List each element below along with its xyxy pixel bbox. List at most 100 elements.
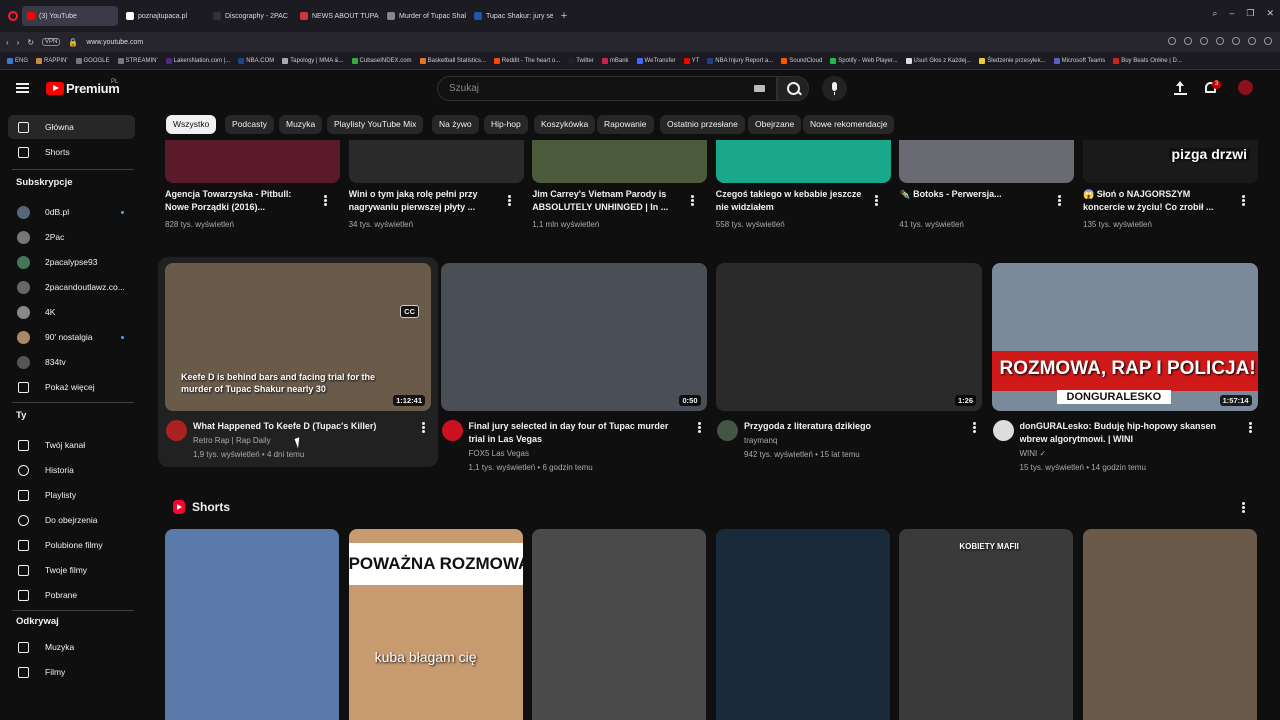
filter-chip[interactable]: Muzyka [279, 115, 323, 134]
sidebar-item[interactable]: Playlisty [8, 483, 135, 507]
search-button[interactable] [777, 76, 809, 101]
video-menu-kebab-icon[interactable] [874, 195, 878, 206]
channel-avatar[interactable] [441, 420, 463, 441]
video-menu-kebab-icon[interactable] [422, 422, 425, 433]
sidebar-item[interactable]: Historia [8, 458, 135, 482]
voice-search-mic-icon[interactable] [822, 76, 847, 101]
filter-chip[interactable]: Hip-hop [484, 115, 528, 134]
bookmark-item[interactable]: YT [681, 57, 703, 64]
filter-chip[interactable]: Playlisty YouTube Mix [327, 115, 424, 134]
video-thumbnail[interactable] [715, 140, 891, 183]
short-thumbnail[interactable]: KOBIETY MAFII [899, 529, 1074, 720]
sidebar-item[interactable]: 0dB.pl [8, 200, 135, 224]
you-heading[interactable]: Ty [16, 410, 26, 421]
url-field[interactable]: www.youtube.com [86, 39, 143, 46]
menu-icon[interactable] [1264, 37, 1272, 45]
browser-tab[interactable]: Discography - 2PAC [208, 6, 292, 26]
back-icon[interactable]: ‹ [6, 38, 9, 47]
video-menu-kebab-icon[interactable] [507, 195, 511, 206]
bookmark-item[interactable]: Śledzenie przesyłek... [976, 57, 1048, 64]
video-menu-kebab-icon[interactable] [1058, 195, 1062, 206]
video-menu-kebab-icon[interactable] [973, 422, 976, 433]
bookmark-item[interactable]: SoundCloud [778, 57, 825, 64]
keyboard-icon[interactable] [754, 85, 765, 92]
video-title[interactable]: ✒️ Botoks - Perwersja... [899, 188, 1047, 214]
reload-icon[interactable]: ↻ [27, 38, 34, 47]
upload-icon[interactable] [1174, 81, 1187, 95]
bookmark-item[interactable]: WeTransfer [634, 57, 679, 64]
sidebar-item[interactable]: Polubione filmy [8, 533, 135, 557]
vpn-badge[interactable]: VPN [42, 38, 61, 46]
sidebar-item[interactable]: Filmy [8, 660, 135, 684]
maximize-icon[interactable]: ❐ [1246, 8, 1254, 19]
sidebar-item[interactable]: 834tv [8, 350, 135, 374]
forward-icon[interactable]: › [17, 38, 20, 47]
video-title[interactable]: donGURALesko: Buduję hip-hopowy skansen … [1020, 420, 1238, 446]
camera-icon[interactable] [1168, 37, 1176, 45]
guide-menu-icon[interactable] [16, 83, 29, 93]
minimize-icon[interactable]: – [1229, 8, 1234, 19]
filter-chip[interactable]: Na żywo [432, 115, 479, 134]
youtube-logo-icon[interactable] [46, 82, 64, 95]
shorts-menu-kebab-icon[interactable] [1242, 502, 1245, 513]
bookmark-item[interactable]: Buy Beats Online | D... [1110, 57, 1185, 64]
bookmark-item[interactable]: RAPPIN' [33, 57, 70, 64]
bookmark-item[interactable]: Microsoft Teams [1051, 57, 1109, 64]
bookmark-item[interactable]: Usuń Głos z Każdej... [903, 57, 975, 64]
channel-avatar[interactable] [717, 420, 738, 441]
sidebar-item[interactable]: Do obejrzenia [8, 508, 135, 532]
sidebar-item[interactable]: Muzyka [8, 635, 135, 659]
video-title[interactable]: Jim Carrey's Vietnam Parody is ABSOLUTEL… [532, 188, 680, 214]
account-avatar[interactable] [1238, 80, 1253, 95]
bookmark-item[interactable]: Twitter [565, 57, 597, 64]
download-icon[interactable] [1232, 37, 1240, 45]
sidebar-item[interactable]: Twoje filmy [8, 558, 135, 582]
filter-chip[interactable]: Koszykówka [534, 115, 596, 134]
video-thumbnail[interactable] [348, 140, 524, 183]
channel-name[interactable]: Retro Rap | Rap Daily [193, 434, 271, 447]
browser-tab[interactable]: poznajtupaca.pl [121, 6, 205, 26]
bookmark-item[interactable]: STREAMIN' [115, 57, 161, 64]
bookmark-item[interactable]: Tapology | MMA &... [279, 57, 346, 64]
tab-search-icon[interactable]: ⌕ [1212, 8, 1217, 19]
video-thumbnail[interactable]: 0:50 [440, 263, 707, 411]
browser-tab[interactable]: Murder of Tupac Shakur [382, 6, 466, 26]
opera-logo-icon[interactable] [8, 11, 18, 21]
video-menu-kebab-icon[interactable] [1248, 422, 1252, 433]
sidebar-item[interactable]: Pokaż więcej [8, 375, 135, 399]
video-title[interactable]: Czegoś takiego w kebabie jeszcze nie wid… [716, 188, 864, 214]
video-menu-kebab-icon[interactable] [324, 195, 327, 206]
video-title[interactable]: 😱 Słoń o NAJGORSZYM koncercie w życiu! C… [1083, 188, 1231, 214]
bookmark-item[interactable]: Basketball Statistics... [417, 57, 489, 64]
bookmark-item[interactable]: ENG [4, 57, 31, 64]
video-thumbnail[interactable]: Keefe D is behind bars and facing trial … [165, 263, 431, 411]
short-thumbnail[interactable] [165, 529, 339, 720]
browser-tab[interactable]: (3) YouTube [22, 6, 118, 26]
sidebar-item[interactable]: Twój kanał [8, 433, 135, 457]
new-tab-plus-icon[interactable]: + [556, 8, 572, 24]
sidebar-item[interactable]: Pobrane [8, 583, 135, 607]
bookmark-item[interactable]: NBA Injury Report a... [704, 57, 776, 64]
extensions-icon[interactable] [1200, 37, 1208, 45]
browser-tab[interactable]: NEWS ABOUT TUPAC'S TH [295, 6, 379, 26]
sidebar-item[interactable]: Shorts [8, 140, 135, 164]
sidebar-item[interactable]: 90' nostalgia [8, 325, 135, 349]
bookmark-item[interactable]: GOOGLE [73, 57, 113, 64]
channel-avatar[interactable] [166, 420, 187, 441]
bookmark-item[interactable]: CubaseINDEX.com [349, 57, 415, 64]
browser-tab[interactable]: Tupac Shakur: jury selecti [469, 6, 553, 26]
filter-chip[interactable]: Ostatnio przesłane [660, 115, 745, 134]
video-thumbnail[interactable] [532, 140, 708, 183]
video-menu-kebab-icon[interactable] [697, 422, 701, 433]
video-thumbnail[interactable]: ROZMOWA, RAP I POLICJA! DONGURALESKO 1:57:… [991, 263, 1258, 411]
short-thumbnail[interactable] [532, 529, 707, 720]
bookmark-item[interactable]: Reddit - The heart o... [491, 57, 563, 64]
subscriptions-heading[interactable]: Subskrypcje [16, 177, 73, 188]
channel-name[interactable]: traymanq [744, 434, 777, 447]
profile-icon[interactable] [1248, 37, 1256, 45]
video-thumbnail[interactable]: 1:26 [716, 263, 982, 411]
video-thumbnail[interactable]: pizga drzwi [1083, 140, 1258, 183]
filter-chip[interactable]: Podcasty [225, 115, 274, 134]
video-menu-kebab-icon[interactable] [691, 195, 695, 206]
video-title[interactable]: Agencja Towarzyska - Pitbull: Nowe Porzą… [165, 188, 313, 214]
